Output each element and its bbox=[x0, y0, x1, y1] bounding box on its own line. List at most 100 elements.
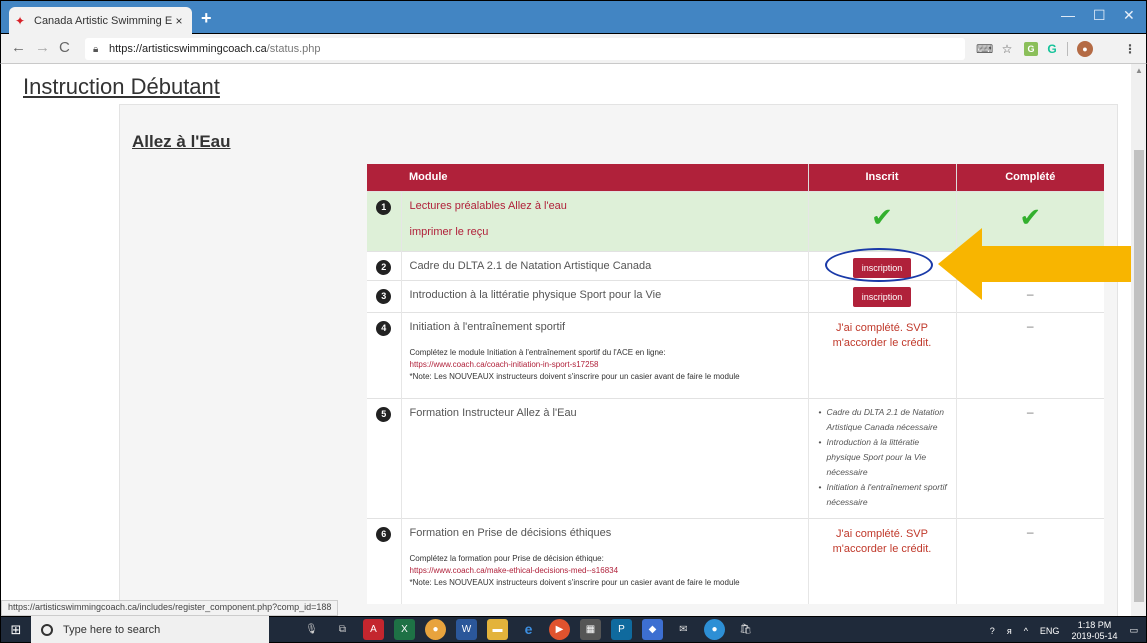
help-icon[interactable]: ? bbox=[990, 626, 995, 636]
module-title: Introduction à la littératie physique Sp… bbox=[400, 279, 808, 312]
language-indicator[interactable]: ENG bbox=[1040, 626, 1060, 636]
table-row: 6 Formation en Prise de décisions éthiqu… bbox=[367, 517, 1104, 604]
cortana-icon bbox=[41, 623, 53, 636]
tab-title: Canada Artistic Swimming Entrai bbox=[34, 15, 172, 27]
prerequisite-item: Cadre du DLTA 2.1 de Natation Artistique… bbox=[819, 405, 950, 435]
microphone-icon[interactable]: 🎙︎ bbox=[301, 619, 322, 640]
store-icon[interactable]: 🛍︎ bbox=[735, 619, 756, 640]
module-note: *Note: Les NOUVEAUX instructeurs doivent… bbox=[409, 371, 740, 381]
checkmark-icon: ✔ bbox=[871, 201, 893, 232]
complete-value: – bbox=[1026, 524, 1034, 539]
maple-leaf-icon: ✦ bbox=[15, 13, 26, 28]
windows-start-icon[interactable]: ⊞ bbox=[1, 616, 31, 643]
print-receipt-link[interactable]: imprimer le reçu bbox=[410, 226, 800, 238]
star-icon[interactable]: ☆ bbox=[1000, 42, 1014, 56]
table-header-row: Module Inscrit Complété bbox=[367, 164, 1104, 191]
file-explorer-icon[interactable]: ▬ bbox=[487, 619, 508, 640]
request-credit-link[interactable]: J'ai complété. SVP m'accorder le crédit. bbox=[809, 527, 956, 557]
module-title-link[interactable]: Lectures préalables Allez à l'eau bbox=[410, 200, 800, 212]
request-credit-link[interactable]: J'ai complété. SVP m'accorder le crédit. bbox=[809, 321, 956, 351]
prerequisite-list: Cadre du DLTA 2.1 de Natation Artistique… bbox=[809, 399, 956, 510]
address-bar: ← → C 🔒︎ https://artisticswimmingcoach.c… bbox=[0, 34, 1147, 64]
dropbox-icon[interactable]: ◆ bbox=[642, 619, 663, 640]
complete-value: – bbox=[1026, 404, 1034, 419]
browser-tab[interactable]: ✦ Canada Artistic Swimming Entrai × bbox=[9, 7, 192, 35]
menu-icon[interactable]: ⋮ bbox=[1123, 42, 1137, 56]
row-number: 4 bbox=[376, 320, 392, 336]
prerequisite-item: Initiation à l'entraînement sportif néce… bbox=[819, 480, 950, 510]
back-arrow-icon[interactable]: ← bbox=[11, 39, 26, 56]
media-icon[interactable]: ▶ bbox=[549, 619, 570, 640]
calculator-icon[interactable]: ▦ bbox=[580, 619, 601, 640]
new-tab-button[interactable]: + bbox=[201, 8, 212, 29]
translate-icon[interactable]: ⌨ bbox=[976, 42, 993, 56]
module-instruction: Complétez le module Initiation à l'entra… bbox=[409, 347, 666, 357]
inscription-button[interactable]: inscription bbox=[852, 286, 912, 307]
highlight-circle bbox=[825, 248, 933, 282]
minimize-icon[interactable]: — bbox=[1061, 7, 1075, 23]
taskbar-apps: 🎙︎ ⧉ A X ● W ▬ e ▶ ▦ P ◆ ✉ ● 🛍︎ bbox=[301, 619, 756, 640]
module-note: *Note: Les NOUVEAUX instructeurs doivent… bbox=[409, 577, 740, 587]
chrome-icon[interactable]: ● bbox=[425, 619, 446, 640]
word-icon[interactable]: W bbox=[456, 619, 477, 640]
system-tray: ? ᴙ ^ ENG 1:18 PM 2019-05-14 ▭ bbox=[990, 617, 1138, 643]
forward-arrow-icon[interactable]: → bbox=[35, 39, 50, 56]
people-icon[interactable]: ᴙ bbox=[1007, 626, 1012, 636]
grammarly-icon[interactable]: G bbox=[1045, 42, 1059, 56]
edge-icon[interactable]: e bbox=[518, 619, 539, 640]
project-icon[interactable]: P bbox=[611, 619, 632, 640]
module-title: Initiation à l'entraînement sportif bbox=[409, 320, 566, 333]
windows-taskbar: ⊞ Type here to search 🎙︎ ⧉ A X ● W ▬ e ▶… bbox=[0, 616, 1147, 643]
profile-icon[interactable]: ● bbox=[1077, 41, 1093, 57]
header-module: Module bbox=[367, 164, 808, 191]
header-complete: Complété bbox=[955, 164, 1104, 191]
page-title: Instruction Débutant bbox=[23, 74, 220, 99]
chevron-up-icon[interactable]: ^ bbox=[1024, 626, 1028, 636]
reload-icon[interactable]: C bbox=[59, 39, 70, 56]
row-number: 6 bbox=[376, 526, 392, 542]
mail-icon[interactable]: ✉ bbox=[673, 619, 694, 640]
coach-link[interactable]: https://www.coach.ca/coach-initiation-in… bbox=[410, 359, 800, 371]
extension-icon[interactable]: G bbox=[1024, 42, 1038, 56]
browser-tab-bar: ✦ Canada Artistic Swimming Entrai × + — … bbox=[0, 0, 1147, 35]
pointer-arrow-icon bbox=[938, 228, 1131, 300]
maximize-icon[interactable]: ☐ bbox=[1093, 7, 1106, 24]
clock[interactable]: 1:18 PM 2019-05-14 bbox=[1071, 620, 1117, 642]
scrollbar-thumb[interactable] bbox=[1134, 150, 1144, 602]
header-inscrit: Inscrit bbox=[807, 164, 956, 191]
tab-close-icon[interactable]: × bbox=[172, 14, 186, 28]
clock-date: 2019-05-14 bbox=[1071, 630, 1118, 641]
module-instruction: Complétez la formation pour Prise de déc… bbox=[409, 553, 604, 563]
close-window-icon[interactable]: ✕ bbox=[1123, 7, 1135, 24]
table-row: 5 Formation Instructeur Allez à l'Eau Ca… bbox=[367, 397, 1104, 518]
search-placeholder: Type here to search bbox=[63, 623, 161, 636]
section-title: Allez à l'Eau bbox=[132, 132, 231, 151]
module-title: Cadre du DLTA 2.1 de Natation Artistique… bbox=[400, 250, 808, 280]
complete-value: – bbox=[1026, 318, 1034, 333]
module-title: Formation Instructeur Allez à l'Eau bbox=[400, 397, 808, 518]
row-number: 5 bbox=[376, 406, 392, 422]
vertical-scrollbar[interactable]: ▲ bbox=[1131, 64, 1147, 616]
toolbar-divider bbox=[1067, 42, 1068, 56]
row-number: 3 bbox=[376, 288, 392, 304]
url-input[interactable]: 🔒︎ https://artisticswimmingcoach.ca /sta… bbox=[85, 38, 965, 60]
url-path: /status.php bbox=[266, 43, 321, 55]
lock-icon: 🔒︎ bbox=[93, 43, 99, 55]
prerequisite-item: Introduction à la littératie physique Sp… bbox=[819, 435, 950, 480]
scroll-up-icon[interactable]: ▲ bbox=[1135, 66, 1143, 75]
checkmark-icon: ✔ bbox=[1019, 201, 1042, 232]
excel-icon[interactable]: X bbox=[394, 619, 415, 640]
status-bar-url: https://artisticswimmingcoach.ca/include… bbox=[1, 600, 339, 616]
coach-link[interactable]: https://www.coach.ca/make-ethical-decisi… bbox=[410, 565, 800, 577]
taskbar-search[interactable]: Type here to search bbox=[31, 616, 269, 643]
row-number: 2 bbox=[376, 259, 392, 275]
url-host: https://artisticswimmingcoach.ca bbox=[109, 43, 267, 55]
acrobat-icon[interactable]: A bbox=[363, 619, 384, 640]
table-row: 4 Initiation à l'entraînement sportif Co… bbox=[367, 311, 1104, 398]
row-number: 1 bbox=[376, 199, 392, 215]
app-icon[interactable]: ● bbox=[704, 619, 725, 640]
notification-icon[interactable]: ▭ bbox=[1129, 625, 1138, 636]
task-view-icon[interactable]: ⧉ bbox=[332, 619, 353, 640]
clock-time: 1:18 PM bbox=[1077, 619, 1112, 630]
module-title: Formation en Prise de décisions éthiques bbox=[409, 526, 612, 539]
